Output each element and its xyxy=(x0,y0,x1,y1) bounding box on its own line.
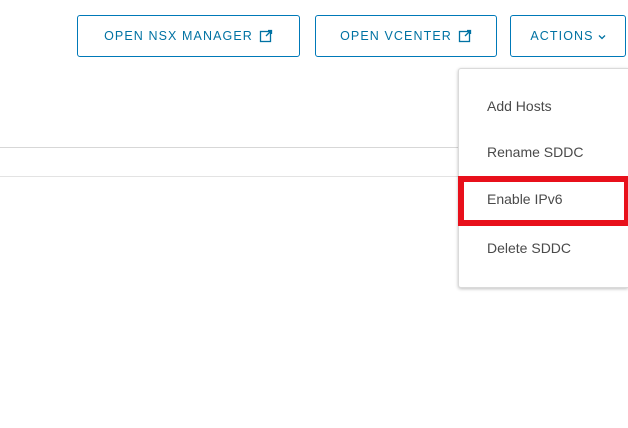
external-link-icon xyxy=(259,29,273,43)
open-vcenter-button[interactable]: OPEN VCENTER xyxy=(315,15,497,57)
section-divider xyxy=(0,176,458,177)
external-link-icon xyxy=(458,29,472,43)
open-vcenter-label: OPEN VCENTER xyxy=(340,29,452,43)
open-nsx-manager-button[interactable]: OPEN NSX MANAGER xyxy=(77,15,300,57)
section-divider xyxy=(0,147,458,148)
menu-item-delete-sddc[interactable]: Delete SDDC xyxy=(487,240,571,256)
actions-dropdown-menu: Add Hosts Rename SDDC Enable IPv6 Delete… xyxy=(458,68,628,288)
menu-item-add-hosts[interactable]: Add Hosts xyxy=(487,98,552,114)
actions-dropdown-button[interactable]: ACTIONS xyxy=(510,15,626,57)
chevron-down-icon xyxy=(598,35,606,40)
actions-label: ACTIONS xyxy=(530,29,594,43)
open-nsx-manager-label: OPEN NSX MANAGER xyxy=(104,29,253,43)
menu-item-rename-sddc[interactable]: Rename SDDC xyxy=(487,144,583,160)
menu-item-enable-ipv6[interactable]: Enable IPv6 xyxy=(487,191,563,207)
